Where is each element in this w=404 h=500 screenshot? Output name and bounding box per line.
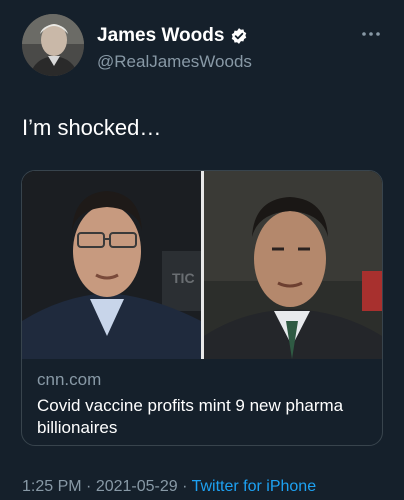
tweet: James Woods @RealJamesWoods I’m shocked… (0, 0, 404, 500)
avatar[interactable] (22, 14, 84, 76)
card-image[interactable]: TIC (22, 171, 382, 359)
more-options-icon[interactable] (360, 26, 382, 36)
tweet-metadata: 1:25 PM · 2021-05-29 · Twitter for iPhon… (22, 478, 316, 496)
display-name-row: James Woods (97, 24, 248, 48)
display-name[interactable]: James Woods (97, 25, 224, 47)
verified-badge-icon (230, 27, 248, 45)
tweet-source[interactable]: Twitter for iPhone (192, 478, 317, 495)
meta-separator: · (177, 478, 192, 495)
card-domain: cnn.com (37, 370, 102, 389)
card-title: Covid vaccine profits mint 9 new pharma … (37, 396, 344, 437)
svg-text:TIC: TIC (172, 270, 195, 286)
tweet-date[interactable]: 2021-05-29 (96, 478, 178, 495)
tweet-text: I’m shocked… (22, 115, 162, 140)
author-handle[interactable]: @RealJamesWoods (97, 52, 252, 72)
meta-separator: · (81, 478, 96, 495)
tweet-header: James Woods @RealJamesWoods (22, 14, 382, 84)
link-card[interactable]: TIC cnn.com Covid vaccine profits mint 9… (21, 170, 383, 446)
tweet-time[interactable]: 1:25 PM (22, 478, 82, 495)
